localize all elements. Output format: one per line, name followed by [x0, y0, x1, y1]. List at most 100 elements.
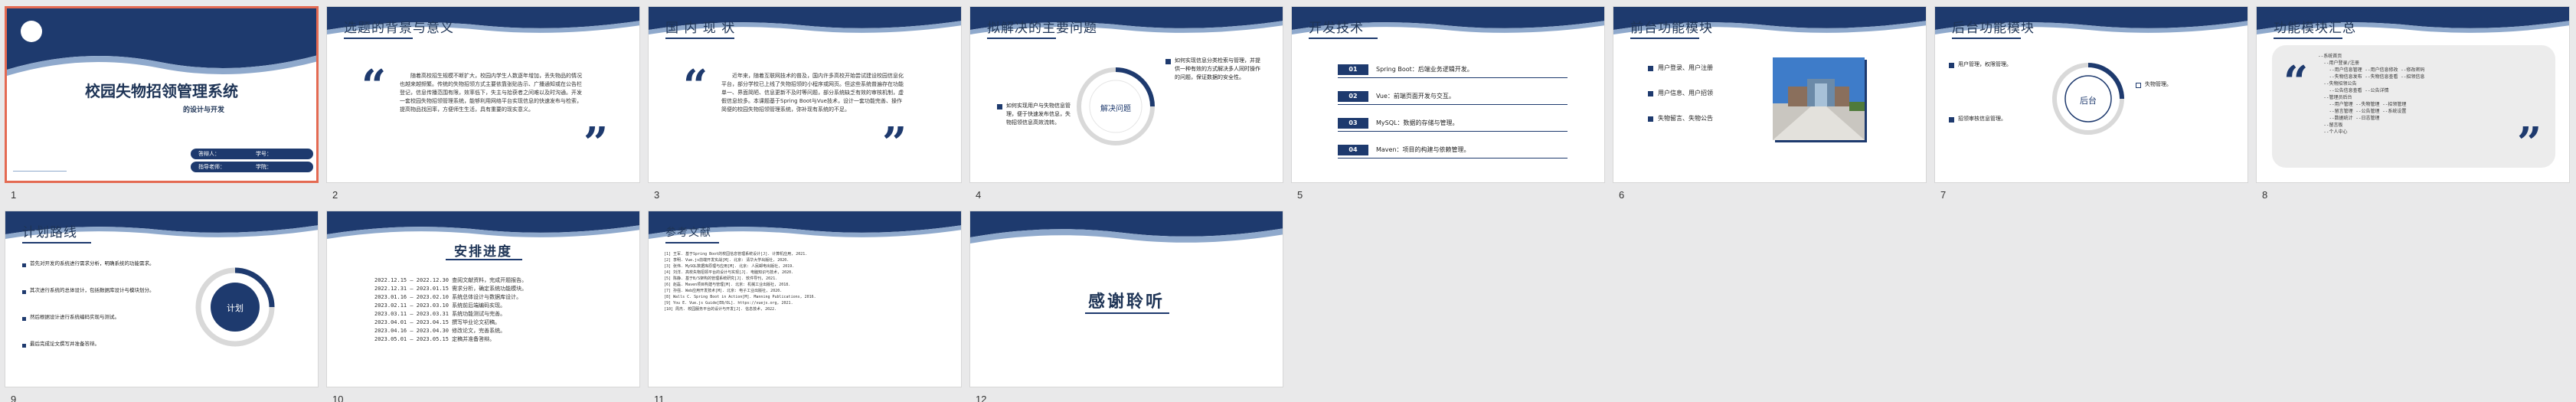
slide-number: 6: [1619, 189, 1625, 201]
slide-12[interactable]: 感谢聆听: [969, 211, 1283, 387]
title-underline: [22, 242, 91, 243]
slide-title: 参考文献: [665, 227, 711, 239]
tech-number: 01: [1338, 64, 1368, 75]
tech-number: 02: [1338, 91, 1368, 102]
tech-divider: [1338, 104, 1568, 105]
body-paragraph: 随着高校招生规模不断扩大，校园内学生人数逐年增加，丢失物品的情况也越来越频繁。传…: [400, 73, 582, 113]
plan-item: 最后完成论文撰写并准备答辩。: [30, 341, 100, 347]
plan-item: 首先对开发的系统进行需求分析，明确系统的功能需求。: [30, 260, 155, 266]
slide-11[interactable]: 参考文献 [1] 王军. 基于Spring Boot的校园信息管理系统设计[J]…: [648, 211, 962, 387]
title-underline: [344, 38, 413, 39]
bullet-marker: [997, 104, 1002, 109]
schedule-list: 2022.12.15 — 2022.12.30 查阅文献资料，完成开题报告。 2…: [374, 277, 528, 342]
slide-10[interactable]: 安排进度 2022.12.15 — 2022.12.30 查阅文献资料，完成开题…: [326, 211, 640, 387]
tech-divider: [1338, 77, 1568, 78]
slide-number: 1: [11, 189, 17, 201]
ring-center-label: 计划: [227, 303, 244, 313]
presentation-subtitle: 的设计与开发: [183, 106, 225, 114]
presentation-title: 校园失物招领管理系统: [85, 82, 238, 100]
slide-title: 选题的背景与意义: [344, 21, 454, 36]
tech-item: 02 Vue：前端页面开发与交互。: [1338, 91, 1568, 105]
bullet-marker: [22, 263, 26, 267]
slide-number: 4: [976, 189, 982, 201]
title-underline: [1085, 312, 1169, 314]
slide-title: 计划路线: [22, 225, 77, 240]
tech-text: MySQL：数据的存储与管理。: [1376, 119, 1459, 126]
tech-item: 01 Spring Boot：后端业务逻辑开发。: [1338, 64, 1568, 78]
building-image-icon: [1773, 57, 1865, 140]
front-module-item: 用户信息、用户招领: [1658, 90, 1713, 96]
info-label-advisor: 指导老师：: [198, 164, 225, 170]
tech-divider: [1338, 158, 1568, 159]
problem-left-text: 如何实现用户与失物信息管理，便于快速发布信息，失物招领信息高效流转。: [1006, 103, 1071, 126]
bullet-marker: [22, 317, 26, 321]
slide-number: 12: [976, 394, 987, 402]
slide-2[interactable]: 选题的背景与意义 “ 随着高校招生规模不断扩大，校园内学生人数逐年增加，丢失物品…: [326, 6, 640, 183]
slide-number: 7: [1940, 189, 1947, 201]
tech-text: Spring Boot：后端业务逻辑开发。: [1376, 66, 1473, 73]
bullet-marker: [1949, 63, 1954, 68]
slide-number: 2: [332, 189, 338, 201]
title-underline: [1952, 38, 2021, 39]
slide-number: 10: [332, 394, 344, 402]
slide-7[interactable]: 后台功能模块 后台 用户管理，权限管理。 失物管理。 招领审核信息管理。: [1934, 6, 2248, 183]
tech-text: Maven：项目的构建与依赖管理。: [1376, 146, 1470, 153]
quote-open-icon: “: [683, 60, 708, 111]
slide-number: 8: [2262, 189, 2268, 201]
campus-photo: [1773, 57, 1865, 140]
info-label-college: 学院：: [256, 164, 272, 170]
title-underline: [665, 38, 734, 39]
footer-line: [13, 171, 67, 172]
quote-close-icon: ”: [584, 118, 609, 168]
tech-text: Vue：前端页面开发与交互。: [1376, 93, 1455, 100]
title-underline: [446, 259, 522, 260]
quote-open-icon: “: [2283, 57, 2309, 107]
bullet-marker: [2136, 83, 2141, 88]
front-module-item: 失物留言、失物公告: [1658, 115, 1713, 122]
ring-center-label: 后台: [2080, 96, 2097, 106]
slide-number: 9: [11, 394, 17, 402]
slide-title: 拟解决的主要问题: [987, 21, 1097, 36]
slide-title: 安排进度: [454, 244, 512, 260]
closing-title: 感谢聆听: [1087, 292, 1165, 312]
title-underline: [2274, 38, 2342, 39]
bullet-marker: [22, 344, 26, 348]
quote-close-icon: ”: [882, 118, 907, 168]
backend-item-right: 失物管理。: [2145, 81, 2172, 87]
tech-item: 04 Maven：项目的构建与依赖管理。: [1338, 145, 1568, 159]
bullet-marker: [22, 290, 26, 294]
tech-divider: [1338, 131, 1568, 132]
slide-6[interactable]: 前台功能模块 用户登录、用户注册 用户信息、用户招领 失物留言、失物公告: [1613, 6, 1927, 183]
info-label-presenter: 答辩人：: [198, 151, 220, 157]
slide-number: 11: [654, 394, 665, 402]
slide-title: 功能模块汇总: [2274, 21, 2356, 36]
slide-3[interactable]: 国 内 现 状 “ 近年来，随着互联网技术的普及，国内许多高校开始尝试建设校园信…: [648, 6, 962, 183]
slide-4[interactable]: 拟解决的主要问题 解决问题 如何实现用户与失物信息管理，便于快速发布信息，失物招…: [969, 6, 1283, 183]
title-underline: [665, 242, 719, 243]
body-paragraph: 近年来，随着互联网技术的普及，国内许多高校开始尝试建设校园信息化平台，部分学校已…: [721, 73, 904, 113]
slide-9[interactable]: 计划路线 首先对开发的系统进行需求分析，明确系统的功能需求。 其次进行系统的总体…: [5, 211, 319, 387]
ring-center-label: 解决问题: [1100, 105, 1131, 113]
slide-title: 前台功能模块: [1630, 21, 1713, 36]
bullet-marker: [1165, 59, 1171, 64]
slide-number: 5: [1297, 189, 1303, 201]
title-underline: [1630, 38, 1699, 39]
module-tree: --系统首页 --用户登录/注册 --用户信息管理 --用户信息修改 --修改密…: [2318, 54, 2425, 135]
tech-number: 03: [1338, 118, 1368, 129]
quote-close-icon: ”: [2517, 118, 2542, 168]
slide-5[interactable]: 开发技术 01 Spring Boot：后端业务逻辑开发。 02 Vue：前端页…: [1291, 6, 1605, 183]
bullet-marker: [1648, 116, 1653, 122]
plan-item: 其次进行系统的总体设计，包括数据库设计与模块划分。: [30, 287, 155, 293]
title-underline: [1309, 38, 1378, 39]
front-module-item: 用户登录、用户注册: [1658, 64, 1713, 71]
slide-number: 3: [654, 189, 660, 201]
logo-icon: [21, 21, 42, 42]
slide-title: 国 内 现 状: [665, 21, 736, 36]
slide-title: 后台功能模块: [1952, 21, 2035, 36]
header-wave: [970, 211, 1283, 243]
tech-number: 04: [1338, 145, 1368, 155]
slide-1[interactable]: 校园失物招领管理系统 的设计与开发 答辩人： 学号： 指导老师： 学院：: [5, 6, 319, 183]
quote-open-icon: “: [361, 60, 387, 111]
bullet-marker: [1648, 66, 1653, 71]
slide-8[interactable]: 功能模块汇总 “ --系统首页 --用户登录/注册 --用户信息管理 --用户信…: [2256, 6, 2570, 183]
